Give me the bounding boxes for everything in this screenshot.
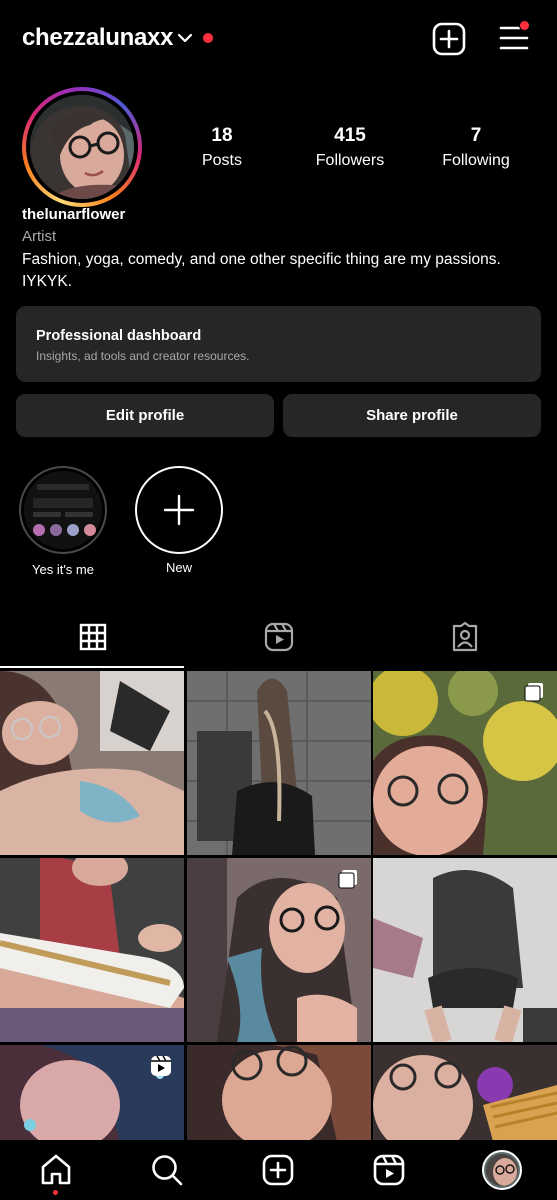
profile-avatar-icon: [482, 1150, 522, 1190]
posts-count: 18: [211, 125, 233, 146]
tab-reels[interactable]: [186, 606, 371, 668]
home-icon: [41, 1154, 71, 1185]
nav-search[interactable]: [149, 1152, 185, 1188]
nav-reels[interactable]: [371, 1152, 407, 1188]
reels-icon: [373, 1154, 405, 1186]
followers-count: 415: [334, 125, 366, 146]
avatar-photo: [30, 95, 134, 199]
chevron-down-icon[interactable]: [177, 30, 193, 46]
post-thumbnail[interactable]: [187, 858, 371, 1042]
following-stat[interactable]: 7 Following: [438, 125, 514, 170]
highlight-cover: [19, 466, 107, 554]
home-notification-dot: [53, 1190, 58, 1195]
search-icon: [152, 1155, 183, 1186]
share-profile-button[interactable]: Share profile: [283, 394, 541, 437]
plus-icon: [163, 494, 195, 526]
edit-profile-button[interactable]: Edit profile: [16, 394, 274, 437]
avatar-gap: [26, 91, 138, 203]
nav-create[interactable]: [260, 1152, 296, 1188]
account-notification-dot: [203, 33, 213, 43]
following-label: Following: [442, 152, 510, 169]
create-post-icon[interactable]: [432, 22, 466, 56]
post-thumbnail[interactable]: [373, 1045, 557, 1141]
followers-label: Followers: [315, 152, 385, 169]
post-thumbnail[interactable]: [187, 1045, 371, 1141]
dashboard-title: Professional dashboard: [36, 328, 202, 344]
post-thumbnail[interactable]: [187, 671, 371, 855]
account-username[interactable]: chezzalunaxx: [22, 24, 173, 52]
posts-stat[interactable]: 18 Posts: [196, 125, 248, 170]
post-thumbnail[interactable]: [0, 858, 184, 1042]
nav-home[interactable]: [38, 1152, 74, 1188]
professional-dashboard-card[interactable]: Professional dashboard Insights, ad tool…: [16, 306, 541, 382]
reels-icon: [264, 622, 293, 652]
tab-posts-grid[interactable]: [0, 606, 185, 668]
highlight-label: Yes it's me: [32, 562, 94, 577]
profile-category: Artist: [22, 228, 57, 245]
new-highlight-label: New: [165, 560, 192, 575]
followers-stat[interactable]: 415 Followers: [312, 125, 388, 170]
post-thumbnail[interactable]: [0, 671, 184, 855]
grid-icon: [79, 623, 106, 651]
bottom-navigation: [0, 1140, 557, 1200]
following-count: 7: [470, 125, 482, 146]
post-thumbnail[interactable]: [373, 671, 557, 855]
active-tab-indicator: [0, 666, 184, 668]
reel-icon: [151, 1055, 171, 1076]
dashboard-subtitle: Insights, ad tools and creator resources…: [36, 349, 250, 363]
new-highlight-circle: [135, 466, 223, 554]
display-name: thelunarflower: [22, 206, 126, 223]
carousel-icon: [338, 870, 357, 889]
profile-tabs: [0, 606, 557, 668]
post-thumbnail[interactable]: [0, 1045, 184, 1141]
create-icon: [262, 1154, 294, 1186]
new-highlight-button[interactable]: New: [132, 466, 226, 575]
post-thumbnail[interactable]: [373, 858, 557, 1042]
nav-profile[interactable]: [482, 1150, 522, 1190]
profile-bio: Fashion, yoga, comedy, and one other spe…: [22, 251, 501, 290]
story-highlight[interactable]: Yes it's me: [16, 466, 110, 577]
tab-tagged[interactable]: [372, 606, 557, 668]
posts-label: Posts: [201, 152, 242, 169]
menu-notification-dot: [519, 20, 530, 31]
profile-avatar[interactable]: [22, 87, 142, 207]
tagged-icon: [452, 622, 477, 652]
carousel-icon: [524, 683, 543, 702]
top-bar: chezzalunaxx: [0, 0, 557, 78]
